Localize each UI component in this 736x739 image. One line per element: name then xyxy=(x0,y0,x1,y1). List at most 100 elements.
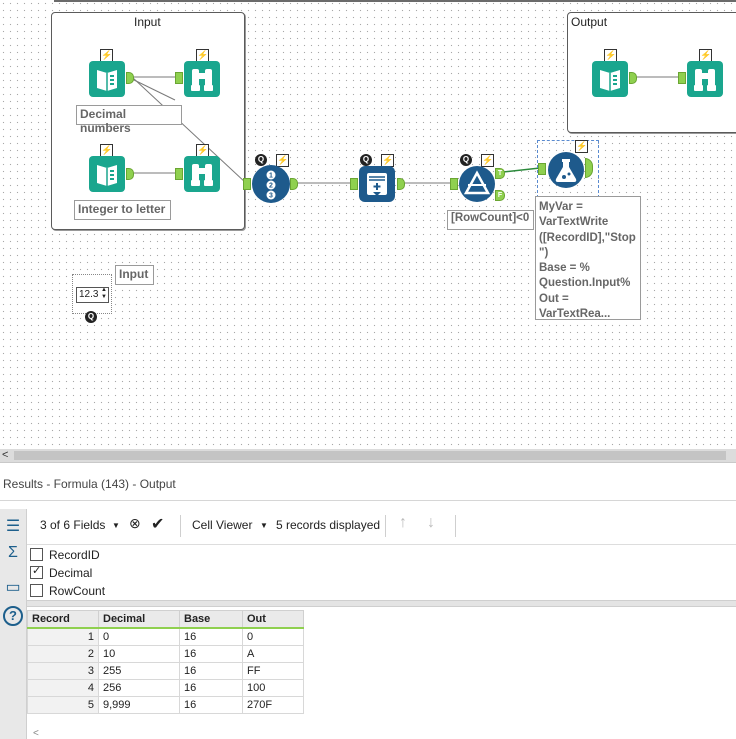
cell-decimal[interactable]: 0 xyxy=(98,627,180,646)
canvas-horizontal-scrollbar[interactable]: < xyxy=(0,449,736,462)
arrow-down-icon[interactable]: ↓ xyxy=(427,514,435,532)
cell-record[interactable]: 4 xyxy=(27,679,99,697)
cell-out[interactable]: 270F xyxy=(242,696,304,714)
grid-scroll-left-icon[interactable]: < xyxy=(33,728,39,739)
table-row[interactable]: 4 256 16 100 xyxy=(27,679,304,697)
input-anchor[interactable] xyxy=(175,168,183,180)
cell-base[interactable]: 16 xyxy=(179,627,243,646)
field-checkbox[interactable] xyxy=(30,564,43,579)
cell-decimal[interactable]: 256 xyxy=(98,679,180,697)
toolbar-separator xyxy=(385,515,386,537)
filter-tool[interactable] xyxy=(458,165,496,203)
scrollbar-thumb[interactable] xyxy=(14,451,726,460)
output-anchor[interactable] xyxy=(290,178,298,190)
cell-record[interactable]: 1 xyxy=(27,627,99,646)
true-anchor[interactable]: T xyxy=(495,168,505,179)
record-id-tool[interactable]: 1 2 3 xyxy=(252,165,290,203)
annotation-decimal-numbers: Decimal numbers xyxy=(76,105,182,135)
cell-decimal[interactable]: 10 xyxy=(98,645,180,663)
annotation-formula: MyVar = VarTextWrite ([RecordID],"Stop "… xyxy=(535,196,641,320)
field-name: RecordID xyxy=(49,548,100,562)
cell-record[interactable]: 3 xyxy=(27,662,99,680)
input-anchor[interactable] xyxy=(175,72,183,84)
workflow-canvas[interactable]: Input Output ⚡ ⚡ Decimal numbers ⚡ ⚡ Int… xyxy=(0,0,736,449)
fields-selector[interactable]: 3 of 6 Fields xyxy=(40,518,105,532)
toolbar-separator xyxy=(455,515,456,537)
spin-arrows-icon: ▲ ▼ xyxy=(101,287,107,300)
fields-dropdown-icon[interactable]: ▼ xyxy=(112,521,120,530)
help-icon[interactable]: ? xyxy=(3,606,23,626)
input-anchor[interactable] xyxy=(450,178,458,190)
cell-decimal[interactable]: 9,999 xyxy=(98,696,180,714)
output-anchor[interactable] xyxy=(126,72,134,84)
formula-tool[interactable] xyxy=(547,151,585,189)
input-data-tool[interactable] xyxy=(88,60,126,98)
cell-record[interactable]: 5 xyxy=(27,696,99,714)
annotation-integer-to-letter: Integer to letter xyxy=(74,200,171,220)
cell-out[interactable]: 0 xyxy=(242,627,304,646)
browse-tool[interactable] xyxy=(686,60,724,98)
summary-icon[interactable]: Σ xyxy=(3,543,23,563)
column-header-decimal[interactable]: Decimal xyxy=(98,610,180,629)
results-grid-area: Record Decimal Base Out 1 0 16 0 2 10 16… xyxy=(27,607,736,739)
output-anchor[interactable] xyxy=(629,72,637,84)
cell-out[interactable]: A xyxy=(242,645,304,663)
field-item-rowcount[interactable]: RowCount xyxy=(30,584,105,600)
table-row[interactable]: 5 9,999 16 270F xyxy=(27,696,304,714)
field-name: Decimal xyxy=(49,566,93,580)
browse-tool[interactable] xyxy=(183,60,221,98)
input-anchor[interactable] xyxy=(538,163,546,175)
scroll-left-icon[interactable]: < xyxy=(2,449,8,461)
false-anchor[interactable]: F xyxy=(495,190,505,201)
table-view-icon[interactable]: ☰ xyxy=(3,517,23,537)
browse-tool[interactable] xyxy=(183,155,221,193)
cell-record[interactable]: 2 xyxy=(27,645,99,663)
column-header-out[interactable]: Out xyxy=(242,610,304,629)
field-checkbox[interactable] xyxy=(30,548,43,561)
column-header-base[interactable]: Base xyxy=(179,610,243,629)
results-title: Results - Formula (143) - Output xyxy=(3,477,176,491)
table-row[interactable]: 3 255 16 FF xyxy=(27,662,304,680)
cell-base[interactable]: 16 xyxy=(179,696,243,714)
apply-check-icon[interactable]: ✔ xyxy=(151,514,164,534)
cell-decimal[interactable]: 255 xyxy=(98,662,180,680)
input-data-tool[interactable] xyxy=(591,60,629,98)
divider xyxy=(0,500,736,501)
cell-base[interactable]: 16 xyxy=(179,679,243,697)
cell-viewer-dropdown-icon[interactable]: ▼ xyxy=(260,521,268,530)
field-item-recordid[interactable]: RecordID xyxy=(30,548,100,564)
output-anchor[interactable] xyxy=(397,178,405,190)
numeric-updown-box[interactable]: 12.3 ▲ ▼ xyxy=(76,287,109,303)
table-row[interactable]: 1 0 16 0 xyxy=(27,627,304,646)
input-data-tool[interactable] xyxy=(88,155,126,193)
numeric-updown-tool[interactable]: 12.3 ▲ ▼ xyxy=(72,274,112,314)
cell-base[interactable]: 16 xyxy=(179,662,243,680)
arrow-up-icon[interactable]: ↑ xyxy=(399,514,407,532)
input-anchor[interactable] xyxy=(350,178,358,190)
summarize-tool[interactable] xyxy=(358,165,396,203)
cell-base[interactable]: 16 xyxy=(179,645,243,663)
annotation-input-label: Input xyxy=(115,265,154,285)
field-checkbox[interactable] xyxy=(30,584,43,597)
table-row[interactable]: 2 10 16 A xyxy=(27,645,304,663)
multirow-number: 3 xyxy=(269,193,273,200)
results-splitter[interactable] xyxy=(27,600,736,607)
deselect-all-icon[interactable]: ⊗ xyxy=(129,515,141,532)
toolbar-separator xyxy=(180,515,181,537)
output-anchor[interactable] xyxy=(126,168,134,180)
divider xyxy=(0,462,736,463)
cell-viewer-button[interactable]: Cell Viewer xyxy=(192,518,252,532)
records-displayed: 5 records displayed xyxy=(276,518,381,532)
multirow-number: 2 xyxy=(269,183,273,190)
input-anchor[interactable] xyxy=(243,178,251,190)
cell-out[interactable]: FF xyxy=(242,662,304,680)
results-table: Record Decimal Base Out 1 0 16 0 2 10 16… xyxy=(27,610,304,714)
input-anchor[interactable] xyxy=(678,72,686,84)
field-item-decimal[interactable]: Decimal xyxy=(30,564,93,582)
results-side-rail: ☰ Σ ▭ ? xyxy=(0,509,27,739)
metadata-icon[interactable]: ▭ xyxy=(3,578,23,598)
annotation-filter-expression: [RowCount]<0 xyxy=(447,210,534,230)
cell-out[interactable]: 100 xyxy=(242,679,304,697)
column-header-record[interactable]: Record xyxy=(27,610,99,629)
results-toolbar: 3 of 6 Fields ▼ ⊗ ✔ Cell Viewer ▼ 5 reco… xyxy=(27,509,736,545)
